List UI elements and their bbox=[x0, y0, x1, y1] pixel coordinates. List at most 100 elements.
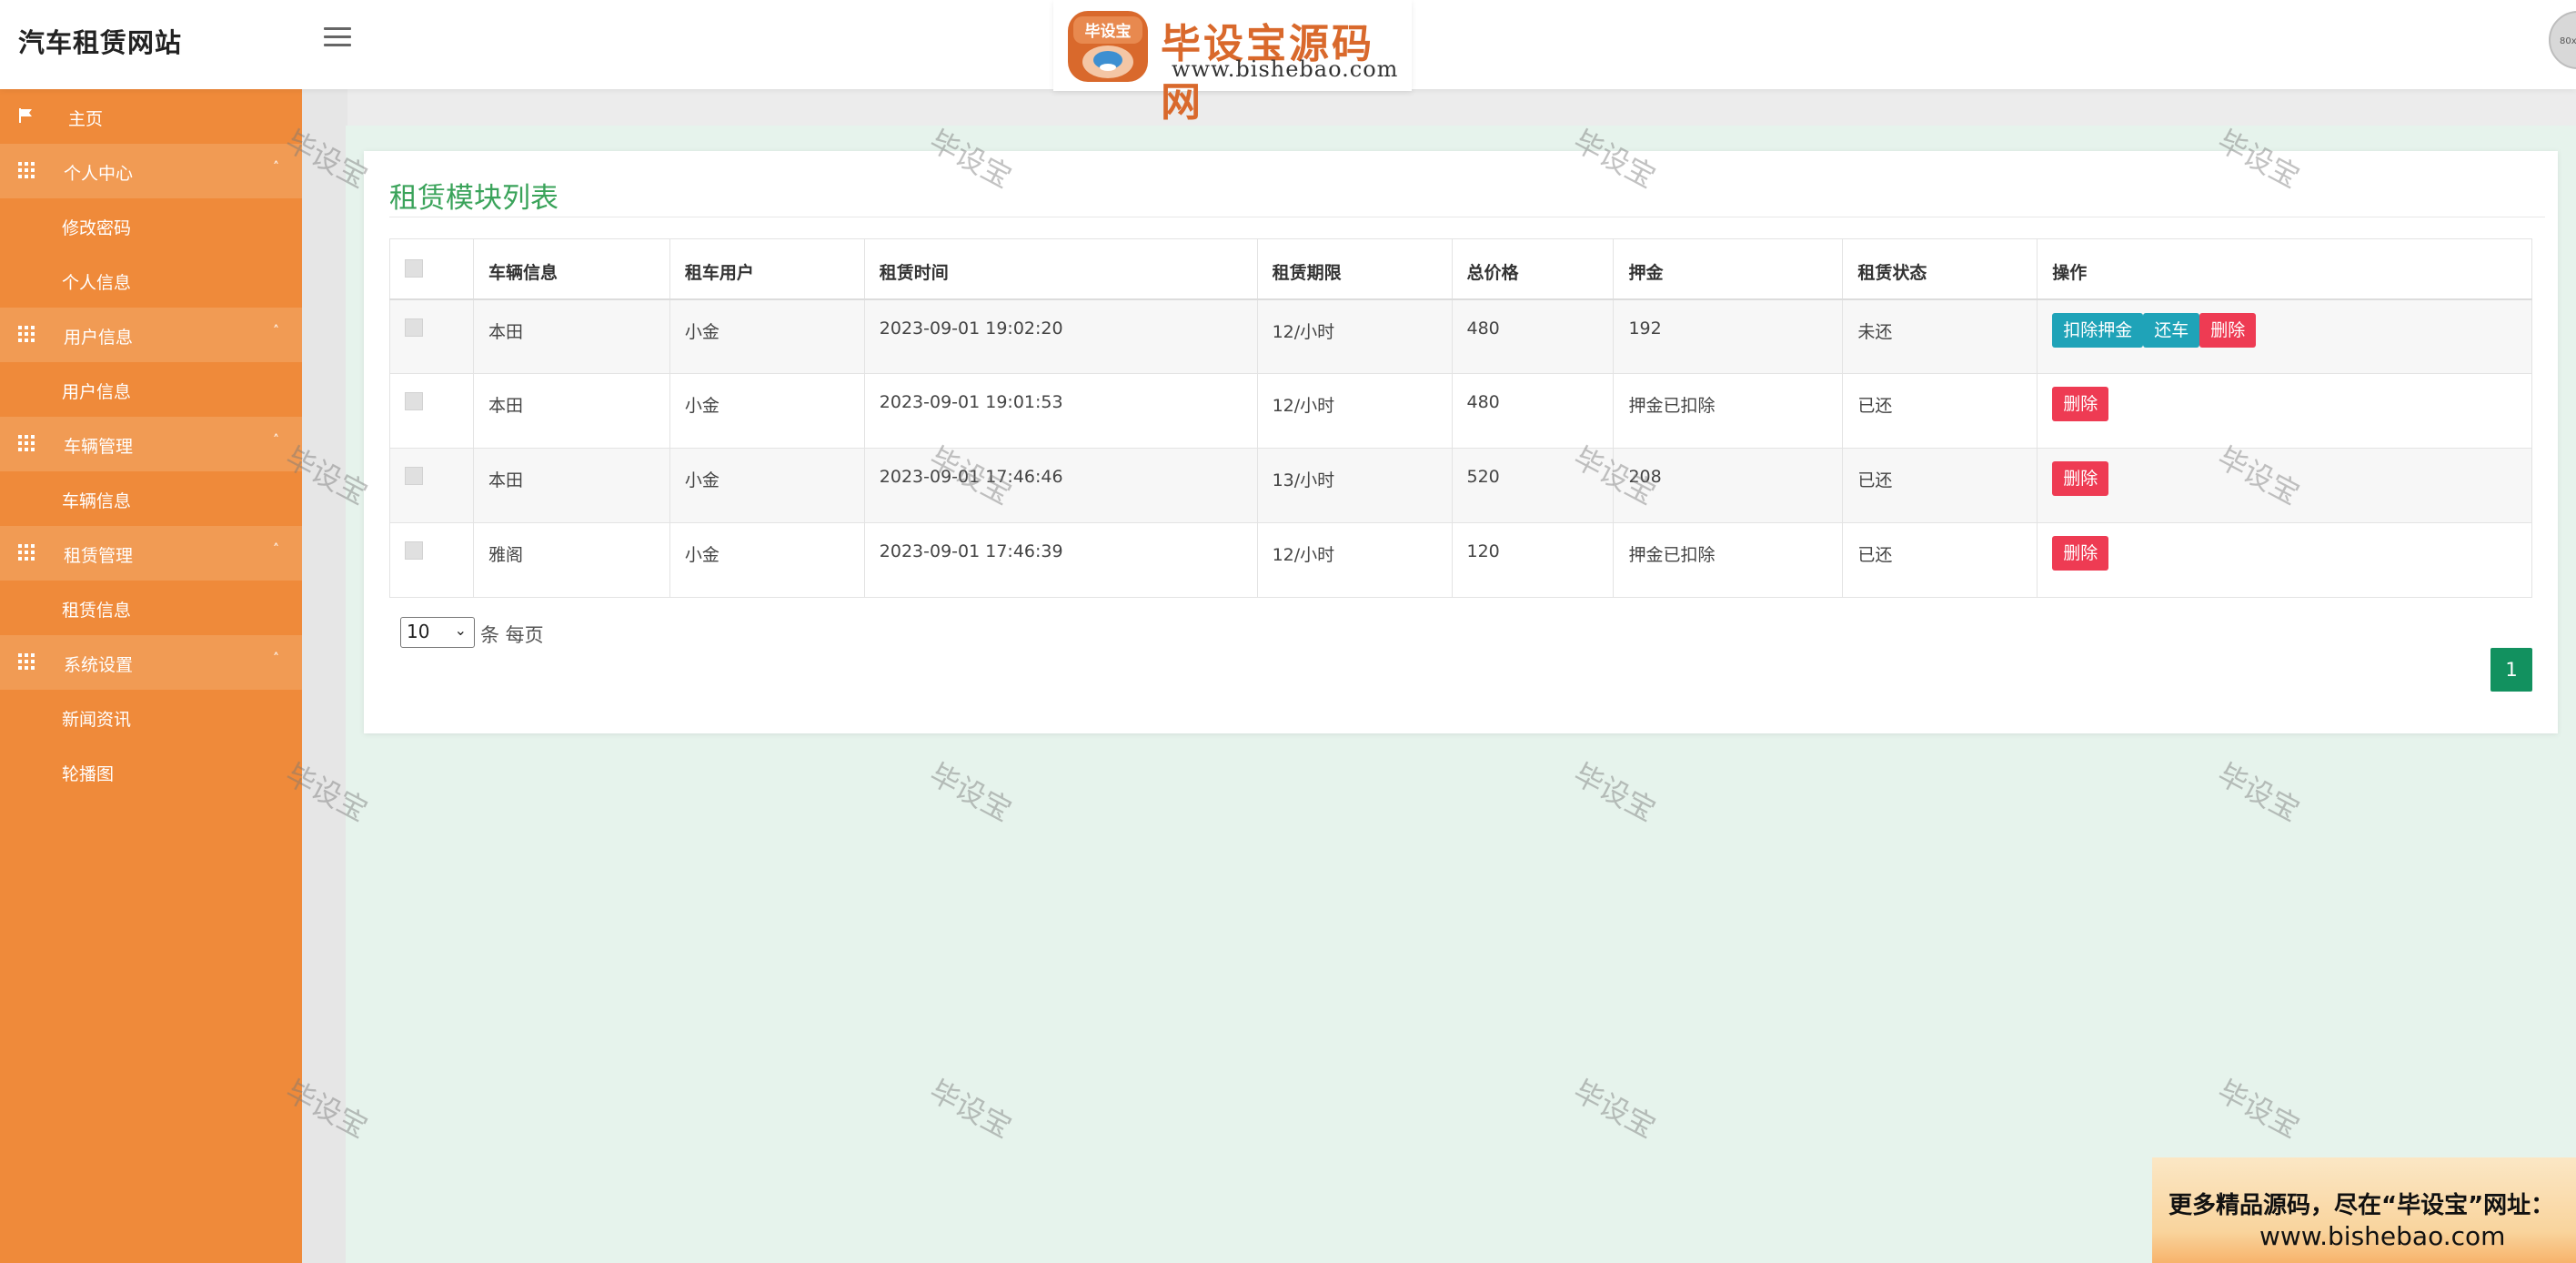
grid-icon bbox=[18, 653, 35, 670]
table-row: 本田 小金 2023-09-01 19:02:20 12/小时 480 192 … bbox=[389, 298, 2532, 374]
sidebar-item-label: 个人信息 bbox=[62, 273, 132, 293]
menu-toggle-icon[interactable] bbox=[324, 27, 351, 51]
actions-cell: 删除 bbox=[2037, 373, 2532, 449]
table-header-row: 车辆信息 租车用户 租赁时间 租赁期限 总价格 押金 租赁状态 操作 bbox=[389, 238, 2532, 300]
chevron-up-icon: ˄ bbox=[273, 542, 279, 557]
row-checkbox[interactable] bbox=[405, 467, 423, 485]
time-cell: 2023-09-01 19:01:53 bbox=[863, 373, 1258, 449]
column-header: 租赁状态 bbox=[1842, 238, 2038, 300]
delete-button[interactable]: 删除 bbox=[2052, 536, 2109, 571]
total-cell: 480 bbox=[1451, 298, 1615, 374]
delete-button[interactable]: 删除 bbox=[2052, 461, 2109, 496]
period-cell: 13/小时 bbox=[1256, 448, 1453, 523]
sidebar-item-rental-info[interactable]: 租赁信息 bbox=[0, 581, 302, 635]
sidebar-item-user-info[interactable]: 用户信息 bbox=[0, 362, 302, 417]
promo-line-1: 更多精品源码，尽在“毕设宝”网址： bbox=[2168, 1192, 2555, 1219]
period-cell: 12/小时 bbox=[1256, 373, 1453, 449]
row-checkbox[interactable] bbox=[405, 541, 423, 560]
content-gutter bbox=[302, 89, 347, 1263]
promo-line-2: www.bishebao.com bbox=[2259, 1221, 2506, 1251]
total-cell: 520 bbox=[1451, 448, 1615, 523]
time-cell: 2023-09-01 17:46:39 bbox=[863, 522, 1258, 598]
sidebar-item-label: 租赁管理 bbox=[64, 546, 134, 566]
total-cell: 120 bbox=[1451, 522, 1615, 598]
grid-icon bbox=[18, 162, 35, 178]
sidebar-item-carousel[interactable]: 轮播图 bbox=[0, 744, 302, 799]
page-size-label: 条 每页 bbox=[480, 624, 544, 646]
row-checkbox[interactable] bbox=[405, 392, 423, 410]
sidebar-group-rental[interactable]: 租赁管理 ˄ bbox=[0, 526, 302, 581]
vehicle-cell: 本田 bbox=[472, 373, 670, 449]
sidebar-item-change-password[interactable]: 修改密码 bbox=[0, 198, 302, 253]
sidebar-group-personal[interactable]: 个人中心 ˄ bbox=[0, 144, 302, 198]
total-cell: 480 bbox=[1451, 373, 1615, 449]
watermark-logo: 毕设宝 毕设宝源码网 www.bishebao.com bbox=[1053, 0, 1412, 126]
sidebar-item-vehicle-info[interactable]: 车辆信息 bbox=[0, 471, 302, 526]
select-all-cell bbox=[389, 238, 474, 300]
sidebar-item-label: 租赁信息 bbox=[62, 601, 132, 621]
mascot-logo-icon: 毕设宝 bbox=[1068, 11, 1148, 82]
deposit-cell: 208 bbox=[1613, 448, 1844, 523]
user-cell: 小金 bbox=[669, 373, 865, 449]
grid-icon bbox=[18, 435, 35, 451]
rental-list-card: 租赁模块列表 车辆信息 租车用户 租赁时间 租赁期限 总价格 押金 租赁状态 操… bbox=[364, 151, 2558, 733]
site-brand: 汽车租赁网站 bbox=[18, 27, 183, 58]
user-cell: 小金 bbox=[669, 298, 865, 374]
vehicle-cell: 本田 bbox=[472, 448, 670, 523]
sidebar-item-home[interactable]: 主页 bbox=[0, 89, 302, 144]
grid-icon bbox=[18, 544, 35, 561]
user-avatar[interactable]: 80x bbox=[2549, 11, 2576, 69]
column-header: 总价格 bbox=[1451, 238, 1615, 300]
sidebar-item-news[interactable]: 新闻资讯 bbox=[0, 690, 302, 744]
sidebar-item-label: 用户信息 bbox=[64, 328, 134, 348]
column-header: 租赁期限 bbox=[1256, 238, 1453, 300]
user-cell: 小金 bbox=[669, 522, 865, 598]
delete-button[interactable]: 删除 bbox=[2052, 387, 2109, 421]
return-car-button[interactable]: 还车 bbox=[2143, 312, 2200, 348]
deposit-cell: 押金已扣除 bbox=[1613, 373, 1844, 449]
table-row: 本田 小金 2023-09-01 17:46:46 13/小时 520 208 … bbox=[389, 448, 2532, 523]
deposit-cell: 192 bbox=[1613, 298, 1844, 374]
sidebar-item-label: 个人中心 bbox=[64, 164, 134, 184]
sidebar-group-users[interactable]: 用户信息 ˄ bbox=[0, 308, 302, 362]
page-size-select[interactable]: 10 ⌄ bbox=[400, 617, 475, 648]
vehicle-cell: 雅阁 bbox=[472, 522, 670, 598]
sidebar-group-settings[interactable]: 系统设置 ˄ bbox=[0, 635, 302, 690]
user-cell: 小金 bbox=[669, 448, 865, 523]
table-row: 雅阁 小金 2023-09-01 17:46:39 12/小时 120 押金已扣… bbox=[389, 522, 2532, 598]
chevron-up-icon: ˄ bbox=[273, 160, 279, 175]
actions-cell: 删除 bbox=[2037, 448, 2532, 523]
period-cell: 12/小时 bbox=[1256, 298, 1453, 374]
sidebar-item-label: 用户信息 bbox=[62, 382, 132, 402]
status-cell: 已还 bbox=[1842, 448, 2038, 523]
sidebar-item-label: 系统设置 bbox=[64, 655, 134, 675]
delete-button[interactable]: 删除 bbox=[2199, 312, 2257, 348]
promo-banner[interactable]: 更多精品源码，尽在“毕设宝”网址： www.bishebao.com bbox=[2152, 1157, 2576, 1263]
sidebar-item-label: 新闻资讯 bbox=[62, 710, 132, 730]
chevron-up-icon: ˄ bbox=[273, 652, 279, 666]
select-all-checkbox[interactable] bbox=[405, 259, 423, 278]
flag-icon bbox=[19, 108, 32, 123]
row-checkbox[interactable] bbox=[405, 318, 423, 337]
column-header: 租赁时间 bbox=[863, 238, 1258, 300]
chevron-down-icon: ⌄ bbox=[454, 621, 467, 639]
sidebar-item-label: 轮播图 bbox=[62, 764, 115, 784]
sidebar-group-vehicles[interactable]: 车辆管理 ˄ bbox=[0, 417, 302, 471]
actions-cell: 删除 bbox=[2037, 522, 2532, 598]
page-size-value: 10 bbox=[407, 621, 430, 642]
sidebar-item-label: 主页 bbox=[68, 109, 104, 129]
column-header: 操作 bbox=[2037, 238, 2532, 300]
status-cell: 已还 bbox=[1842, 373, 2038, 449]
actions-cell: 扣除押金 还车 删除 bbox=[2037, 298, 2532, 374]
deposit-cell: 押金已扣除 bbox=[1613, 522, 1844, 598]
sidebar-item-profile[interactable]: 个人信息 bbox=[0, 253, 302, 308]
sidebar-item-label: 修改密码 bbox=[62, 218, 132, 238]
page-title: 租赁模块列表 bbox=[389, 182, 558, 215]
column-header: 押金 bbox=[1613, 238, 1844, 300]
status-cell: 已还 bbox=[1842, 522, 2038, 598]
logo-url: www.bishebao.com bbox=[1172, 56, 1399, 82]
deduct-deposit-button[interactable]: 扣除押金 bbox=[2052, 312, 2144, 348]
sidebar: 主页 个人中心 ˄ 修改密码 个人信息 用户信息 ˄ 用户信息 车辆管理 ˄ 车… bbox=[0, 89, 302, 1263]
page-number-button[interactable]: 1 bbox=[2490, 648, 2532, 692]
grid-icon bbox=[18, 326, 35, 342]
